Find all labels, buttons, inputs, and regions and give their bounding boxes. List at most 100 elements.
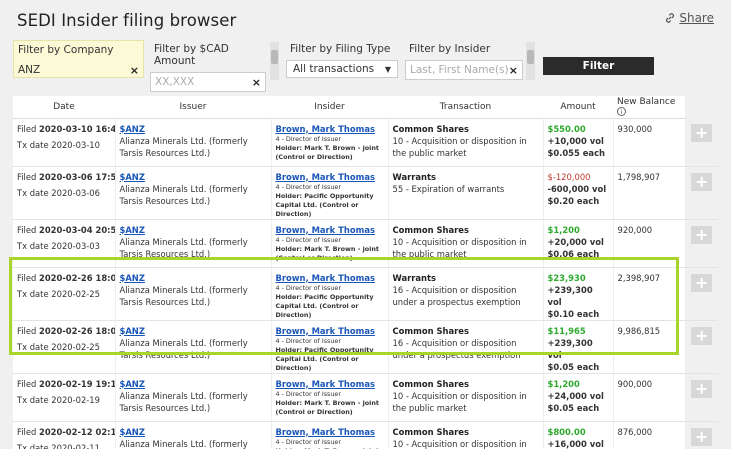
tx-date: 2020-03-06 [51,187,100,198]
balance-cell: 900,000 [613,373,686,422]
filed-date: 2020-02-19 19:13 [39,378,115,389]
ticker-link[interactable]: $ANZ [120,426,267,438]
amount-value: $800.00 [547,426,586,437]
tx-date: 2020-02-25 [51,341,100,352]
insider-role: 4 - Director of Issuer [275,134,341,143]
insider-link[interactable]: Brown, Mark Thomas [276,123,384,135]
expand-button[interactable]: + [691,273,713,292]
price-value: $0.05 each [547,361,600,372]
tx-label: Tx date [17,288,49,299]
filed-date: 2020-03-10 16:41 [39,123,115,134]
issuer-cell: $ANZ Alianza Minerals Ltd. (formerly Tar… [115,219,272,268]
header-new-balance[interactable]: New Balance i [613,96,685,119]
expand-button[interactable]: + [691,379,713,398]
type-filter-select[interactable]: All transactions ▼ [286,60,398,78]
filed-label: Filed [17,123,37,134]
header-transaction[interactable]: Transaction [388,96,543,119]
insider-filter-label: Filter by Insider [409,43,491,55]
volume-value: +20,000 vol [547,236,604,247]
balance-value: 1,798,907 [617,171,661,182]
balance-value: 2,398,907 [617,272,661,283]
insider-cell: Brown, Mark Thomas 4 - Director of Issue… [271,373,389,422]
info-icon[interactable]: i [617,106,626,116]
security-type: Common Shares [392,325,469,336]
clear-amount-icon[interactable]: × [252,76,261,89]
price-value: $0.06 each [547,248,600,259]
issuer-cell: $ANZ Alianza Minerals Ltd. (formerly Tar… [115,373,272,422]
expand-button[interactable]: + [691,172,713,191]
issuer-cell: $ANZ Alianza Minerals Ltd. (formerly Tar… [115,320,272,374]
filings-table: Date Issuer Insider Transaction Amount N… [13,96,718,449]
ticker-link[interactable]: $ANZ [120,325,267,337]
amount-value: $-120,000 [547,171,591,182]
expand-button[interactable]: + [691,326,713,345]
amount-cell: $1,200 +20,000 vol $0.06 each [543,219,614,268]
security-type: Common Shares [392,426,469,437]
amount-value: $1,200 [547,378,580,389]
tx-date: 2020-02-25 [51,288,100,299]
security-type: Common Shares [392,123,469,134]
amount-cell: $11,965 +239,300 vol $0.05 each [543,320,614,374]
date-cell: Filed 2020-03-10 16:41 Tx date 2020-03-1… [13,118,116,167]
insider-filter: Filter by Insider Last, First Name(s) × [405,40,523,80]
transaction-description: 55 - Expiration of warrants [392,183,505,194]
volume-value: +239,300 vol [547,337,593,360]
amount-value: $1,200 [547,224,580,235]
expand-button[interactable]: + [691,124,713,142]
header-insider[interactable]: Insider [271,96,388,119]
header-amount[interactable]: Amount [543,96,613,119]
amount-filter-input[interactable]: XX,XXX [155,76,194,88]
filed-date: 2020-02-26 18:00 [39,325,115,336]
filed-label: Filed [17,426,37,437]
insider-link[interactable]: Brown, Mark Thomas [276,325,384,337]
type-filter-value: All transactions [293,63,375,75]
balance-value: 9,986,815 [617,325,661,336]
holder-text: Holder: Mark T. Brown - joint (Control o… [275,143,379,161]
balance-cell: 920,000 [613,219,686,268]
insider-link[interactable]: Brown, Mark Thomas [276,378,384,390]
header-issuer[interactable]: Issuer [115,96,271,119]
share-link[interactable]: Share [664,11,714,25]
type-filter: Filter by Filing Type All transactions ▼ [286,40,398,78]
ticker-link[interactable]: $ANZ [120,272,267,284]
security-type: Common Shares [392,224,469,235]
ticker-link[interactable]: $ANZ [120,224,267,236]
holder-text: Holder: Mark T. Brown - joint (Control o… [275,244,379,262]
filed-date: 2020-03-06 17:51 [39,171,115,182]
transaction-description: 10 - Acquisition or disposition in the p… [392,390,527,413]
balance-value: 876,000 [617,426,653,437]
ticker-link[interactable]: $ANZ [120,378,267,390]
volume-value: +16,000 vol [547,438,604,449]
insider-link[interactable]: Brown, Mark Thomas [276,272,384,284]
expand-button[interactable]: + [691,225,713,244]
balance-cell: 2,398,907 [613,267,686,321]
insider-scrollbar[interactable] [526,42,535,80]
tx-date: 2020-03-10 [51,139,100,150]
date-cell: Filed 2020-02-26 18:02 Tx date 2020-02-2… [13,267,116,321]
company-filter-input[interactable]: ANZ [18,64,40,76]
clear-company-icon[interactable]: × [130,64,139,77]
holder-text: Holder: Pacific Opportunity Capital Ltd.… [275,191,374,218]
price-value: $0.055 each [547,147,606,158]
filter-button[interactable]: Filter [543,57,654,75]
amount-scrollbar[interactable] [270,42,279,80]
tx-label: Tx date [17,240,49,251]
expand-button[interactable]: + [691,427,713,446]
action-cell: + [685,219,718,268]
header-date[interactable]: Date [13,96,115,119]
insider-link[interactable]: Brown, Mark Thomas [276,171,384,183]
action-cell: + [685,320,718,374]
insider-filter-input[interactable]: Last, First Name(s) [410,64,509,76]
insider-link[interactable]: Brown, Mark Thomas [276,224,384,236]
balance-cell: 9,986,815 [613,320,686,374]
issuer-cell: $ANZ Alianza Minerals Ltd. (formerly Tar… [115,421,272,449]
ticker-link[interactable]: $ANZ [120,171,267,183]
table-row: Filed 2020-02-26 18:02 Tx date 2020-02-2… [13,267,718,321]
action-cell: + [685,373,718,422]
insider-cell: Brown, Mark Thomas 4 - Director of Issue… [271,166,389,220]
insider-link[interactable]: Brown, Mark Thomas [276,426,384,438]
tx-label: Tx date [17,187,49,198]
issuer-name: Alianza Minerals Ltd. (formerly Tarsis R… [119,135,248,158]
ticker-link[interactable]: $ANZ [120,123,267,135]
clear-insider-icon[interactable]: × [509,64,518,77]
